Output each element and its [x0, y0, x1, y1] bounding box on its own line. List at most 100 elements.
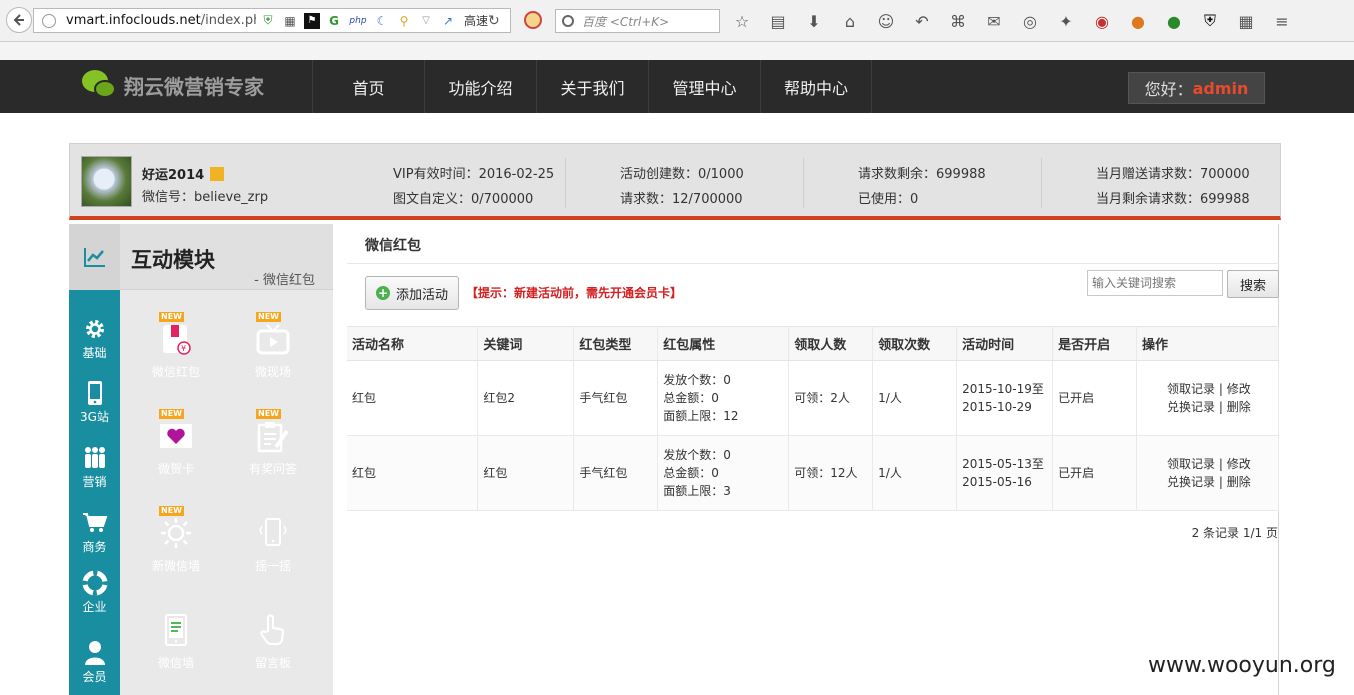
- puzzle-icon[interactable]: ✦: [1054, 10, 1078, 32]
- stat-col-remaining: 请求数剩余：699988 已使用：0: [858, 162, 986, 212]
- orange-ext-icon[interactable]: ●: [1126, 10, 1150, 32]
- tablet-icon: [159, 613, 193, 647]
- edit-link[interactable]: 修改: [1227, 382, 1251, 396]
- moon-icon[interactable]: ☾: [374, 13, 390, 29]
- column-header: 领取人数: [788, 326, 874, 361]
- receive-records-link[interactable]: 领取记录: [1167, 382, 1215, 396]
- user-icon: [82, 640, 108, 666]
- emoji-icon[interactable]: ☺: [874, 10, 898, 32]
- reading-list-icon[interactable]: ▤: [766, 10, 790, 32]
- new-badge: NEW: [256, 312, 281, 322]
- shield-ext-icon[interactable]: ⛨: [1198, 10, 1222, 32]
- download-icon[interactable]: ⬇: [802, 10, 826, 32]
- nav-about[interactable]: 关于我们: [536, 60, 648, 113]
- clipboard-edit-icon: [256, 419, 290, 453]
- noscript-icon[interactable]: [524, 11, 542, 29]
- column-header: 领取次数: [872, 326, 958, 361]
- green-ext-icon[interactable]: ●: [1162, 10, 1186, 32]
- tile-wechat-wall[interactable]: 微信墙: [135, 595, 217, 677]
- delete-link[interactable]: 删除: [1227, 400, 1251, 414]
- lifebuoy-icon: [82, 570, 108, 596]
- flag-icon[interactable]: ⚑: [304, 12, 320, 29]
- tile-live-scene[interactable]: NEW 微现场: [232, 304, 314, 386]
- home-icon[interactable]: ⌂: [838, 10, 862, 32]
- main-content: 微信红包 + 添加活动 【提示：新建活动前，需先开通会员卡】 搜索 活动名称 关…: [333, 224, 1279, 695]
- redeem-records-link[interactable]: 兑换记录: [1167, 400, 1215, 414]
- dropdown-icon[interactable]: ▽: [418, 13, 434, 29]
- category-enterprise[interactable]: 企业: [69, 570, 120, 630]
- category-member[interactable]: 会员: [69, 640, 120, 695]
- vip-edit-icon[interactable]: [210, 166, 225, 181]
- keyword-search-input[interactable]: [1087, 270, 1223, 296]
- grid-ext-icon[interactable]: ▦: [1234, 10, 1258, 32]
- red-ext-icon[interactable]: ◉: [1090, 10, 1114, 32]
- cell-operations: 领取记录 | 修改 兑换记录 | 删除: [1136, 435, 1279, 511]
- username[interactable]: admin: [1193, 79, 1249, 98]
- browser-search-placeholder: 百度 <Ctrl+K>: [582, 14, 670, 29]
- undo-icon[interactable]: ↶: [910, 10, 934, 32]
- address-bar[interactable]: vmart.infoclouds.net/index.php?g ⛨ ▦ ⚑ G…: [33, 8, 511, 33]
- php-icon[interactable]: php: [348, 13, 368, 29]
- back-button[interactable]: [6, 7, 32, 33]
- tile-prize-quiz[interactable]: NEW 有奖问答: [232, 401, 314, 483]
- tile-label: 新微信墙: [151, 559, 200, 573]
- new-badge: NEW: [256, 409, 281, 419]
- account-info-panel: 好运2014 微信号：believe_zrp VIP有效时间：2016-02-2…: [69, 143, 1281, 220]
- delete-link[interactable]: 删除: [1227, 475, 1251, 489]
- nav-admin[interactable]: 管理中心: [648, 60, 760, 113]
- brand-name: 翔云微营销专家: [124, 74, 264, 99]
- hand-pointer-icon: [256, 613, 290, 647]
- globe-menu-icon[interactable]: ◎: [1018, 10, 1042, 32]
- redeem-records-link[interactable]: 兑换记录: [1167, 475, 1215, 489]
- chat-icon[interactable]: ✉: [982, 10, 1006, 32]
- tile-wechat-red-envelope[interactable]: NEW ¥ 微信红包: [135, 304, 217, 386]
- edit-link[interactable]: 修改: [1227, 457, 1251, 471]
- tile-new-wechat-wall[interactable]: NEW 新微信墙: [135, 498, 217, 580]
- requests-remaining: 请求数剩余：699988: [858, 167, 986, 182]
- greeting-prefix: 您好：: [1144, 80, 1193, 99]
- shield-icon[interactable]: ⛨: [260, 13, 276, 29]
- receive-records-link[interactable]: 领取记录: [1167, 457, 1215, 471]
- new-badge: NEW: [159, 409, 184, 419]
- category-label: 3G站: [80, 410, 109, 424]
- reload-icon[interactable]: ↻: [488, 13, 504, 29]
- sidebar-title: 互动模块: [131, 248, 215, 272]
- bookmark-star-icon[interactable]: ☆: [730, 10, 754, 32]
- menu-icon[interactable]: ≡: [1270, 10, 1294, 32]
- category-basic[interactable]: 基础: [69, 316, 120, 376]
- browser-search-input[interactable]: 百度 <Ctrl+K>: [555, 9, 720, 33]
- category-3g-site[interactable]: 3G站: [69, 380, 120, 440]
- cell-envelope-attrs: 发放个数：0 总金额：0 面额上限：3: [657, 435, 790, 511]
- add-activity-button[interactable]: + 添加活动: [365, 276, 459, 310]
- search-icon: [562, 15, 574, 27]
- nav-features[interactable]: 功能介绍: [424, 60, 536, 113]
- category-marketing[interactable]: 营销: [69, 445, 120, 505]
- qr-code-icon[interactable]: ▦: [282, 13, 298, 29]
- speed-icon[interactable]: ↗: [440, 13, 456, 29]
- g-extension-icon[interactable]: G: [326, 13, 342, 29]
- crop-icon[interactable]: ⌘: [946, 10, 970, 32]
- category-commerce[interactable]: 商务: [69, 510, 120, 570]
- nav-home[interactable]: 首页: [312, 60, 424, 113]
- cell-keyword: 红包: [477, 435, 575, 511]
- used-count: 已使用：0: [858, 192, 919, 207]
- search-button[interactable]: 搜索: [1227, 270, 1279, 298]
- chart-trend-icon: [69, 224, 120, 290]
- tile-greeting-card[interactable]: NEW 微贺卡: [135, 401, 217, 483]
- attr-count: 发放个数：0: [663, 448, 731, 462]
- notice-tip: 【提示：新建活动前，需先开通会员卡】: [466, 286, 683, 300]
- tile-message-board[interactable]: 留言板: [232, 595, 314, 677]
- gear-icon: [82, 316, 108, 342]
- tile-label: 微信红包: [151, 365, 200, 379]
- user-greeting[interactable]: 您好： admin: [1128, 72, 1265, 104]
- column-header: 红包属性: [657, 326, 790, 361]
- speed-label[interactable]: 高速: [464, 12, 488, 29]
- tile-shake[interactable]: 摇一摇: [232, 498, 314, 580]
- category-label: 会员: [82, 670, 107, 684]
- site-logo[interactable]: 翔云微营销专家: [82, 70, 264, 100]
- cell-people: 可领：2人: [788, 360, 874, 436]
- nav-help[interactable]: 帮助中心: [760, 60, 872, 113]
- tile-label: 摇一摇: [254, 559, 291, 573]
- search-extension-icon[interactable]: ⚲: [396, 13, 412, 29]
- attr-cap: 面额上限：12: [663, 409, 739, 423]
